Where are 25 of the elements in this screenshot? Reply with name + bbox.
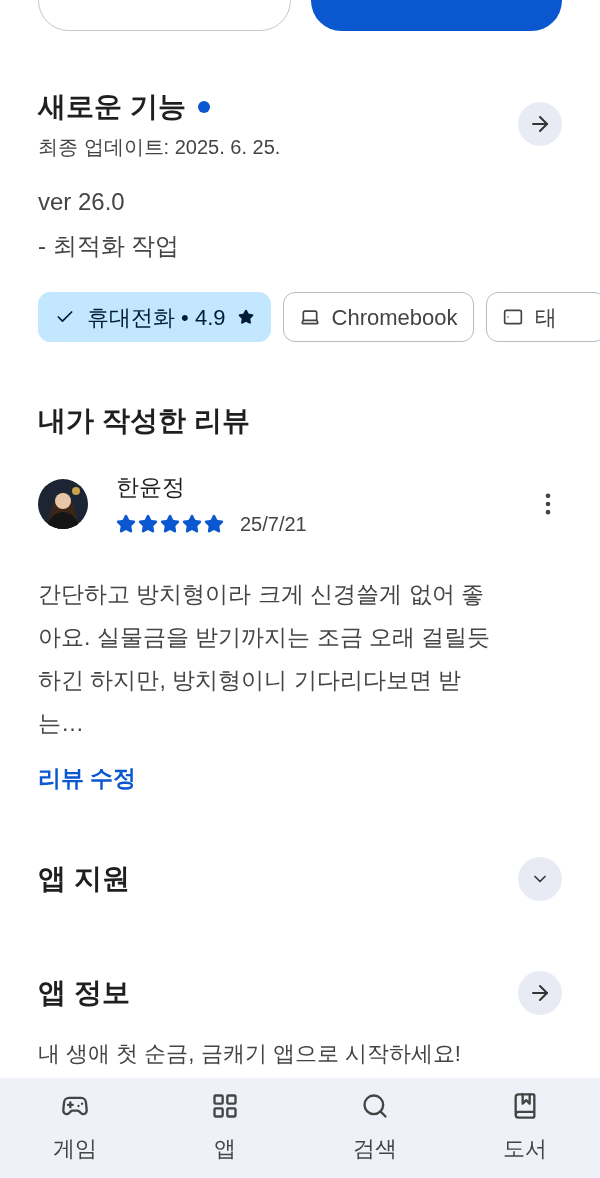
section-title: 새로운 기능 [38, 90, 186, 124]
reviewer-name: 한윤정 [116, 473, 186, 502]
update-date: 최종 업데이트: 2025. 6. 25. [38, 135, 282, 160]
laptop-icon [299, 307, 320, 327]
section-title: 내가 작성한 리뷰 [37, 404, 251, 438]
arrow-button[interactable] [518, 971, 562, 1015]
edit-review-link[interactable]: 리뷰 수정 [0, 760, 175, 795]
nav-item[interactable]: 도서 [480, 1091, 570, 1165]
release-note: - 최적화 작업 [38, 231, 181, 261]
nav-item[interactable]: 검색 [330, 1091, 420, 1165]
section-title: 앱 정보 [38, 976, 131, 1010]
arrow-button[interactable] [518, 102, 562, 146]
device-chip[interactable]: Chromebook [282, 292, 475, 342]
section-title: 앱 지원 [38, 862, 131, 896]
nav-item[interactable]: 게임 [30, 1091, 120, 1165]
review-date: 25/7/21 [240, 511, 307, 537]
device-chip[interactable]: 태 [486, 292, 600, 342]
release-note: ver 26.0 [38, 187, 126, 217]
grid-icon [211, 1091, 239, 1120]
device-chip[interactable]: 휴대전화 • 4.9 [38, 292, 271, 342]
app-description: 내 생애 첫 순금, 금캐기 앱으로 시작하세요! [38, 1040, 462, 1068]
review-text: 간단하고 방치형이라 크게 신경쓸게 없어 좋아요. 실물금을 받기까지는 조금 오래 걸릴듯 하긴 하지만, 방치형이니 기다리다보면 받는… [37, 579, 492, 738]
nav-item[interactable]: 앱 [180, 1091, 270, 1165]
search-icon [361, 1091, 389, 1120]
tablet-icon [503, 307, 524, 327]
